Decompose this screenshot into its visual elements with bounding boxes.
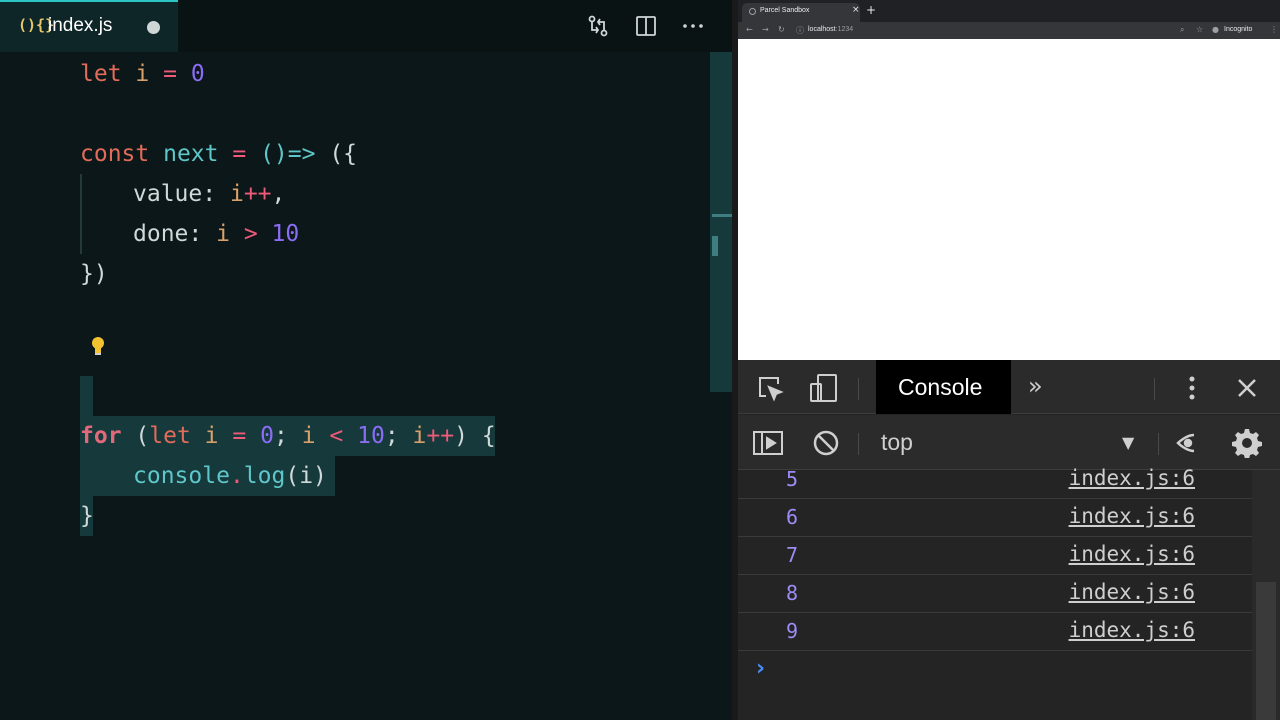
close-tab-icon[interactable]: × — [852, 5, 860, 15]
console-scrollbar-thumb[interactable] — [1256, 582, 1276, 720]
code-line-8: for (let i = 0; i < 10; i++) { — [80, 423, 496, 449]
forward-icon[interactable]: → — [762, 25, 769, 34]
browser-tab-strip: Parcel Sandbox × + — [738, 0, 1280, 22]
clear-console-icon[interactable] — [812, 429, 840, 457]
console-log-row: 7 index.js:6 — [738, 537, 1252, 575]
console-log-row: 6 index.js:6 — [738, 499, 1252, 537]
log-value: 9 — [786, 619, 799, 643]
compare-changes-icon[interactable] — [586, 14, 610, 38]
browser-tab-title: Parcel Sandbox — [760, 7, 810, 14]
tab-console[interactable]: Console — [876, 360, 1011, 414]
browser-window: Parcel Sandbox × + ← → ↻ ⓘ localhost:123… — [738, 0, 1280, 720]
log-source-link[interactable]: index.js:6 — [1069, 466, 1195, 490]
split-editor-icon[interactable] — [634, 14, 658, 38]
favicon-icon — [749, 8, 756, 15]
code-line-3: const next = ()=> ({ — [80, 141, 358, 167]
address-bar[interactable]: ← → ↻ ⓘ localhost:1234 ⌕ ☆ ● Incognito ⋮ — [738, 22, 1280, 39]
settings-gear-icon[interactable] — [1232, 428, 1262, 458]
log-value: 6 — [786, 505, 799, 529]
log-source-link[interactable]: index.js:6 — [1069, 504, 1195, 528]
inspect-element-icon[interactable] — [756, 374, 784, 402]
unsaved-dot-icon[interactable] — [147, 21, 160, 34]
code-line-9: console.log(i) — [133, 463, 327, 489]
more-tabs-icon[interactable]: » — [1028, 372, 1043, 400]
zoom-icon[interactable]: ⌕ — [1180, 25, 1184, 35]
toolbar-separator — [1154, 378, 1155, 400]
incognito-icon: ● — [1212, 25, 1219, 34]
log-value: 8 — [786, 581, 799, 605]
devtools-toolbar: Console » — [738, 360, 1280, 414]
selection-highlight — [80, 376, 93, 416]
code-area[interactable]: let i = 0 const next = ()=> ({ value: i+… — [0, 52, 710, 720]
bookmark-star-icon[interactable]: ☆ — [1196, 25, 1203, 34]
browser-tab[interactable]: Parcel Sandbox × — [742, 3, 860, 22]
toolbar-separator — [858, 378, 859, 400]
new-tab-button[interactable]: + — [866, 3, 876, 17]
scroll-marker — [712, 236, 718, 256]
console-log-row: 8 index.js:6 — [738, 575, 1252, 613]
page-viewport[interactable] — [738, 39, 1280, 360]
indent-guide — [80, 174, 82, 254]
log-value: 5 — [786, 467, 799, 491]
toolbar-separator — [1158, 433, 1159, 455]
log-source-link[interactable]: index.js:6 — [1069, 580, 1195, 604]
console-log-row: 5 index.js:6 — [738, 461, 1252, 499]
code-editor[interactable]: (){} index.js let i = 0 const next = ()=… — [0, 0, 737, 720]
console-log-row: 9 index.js:6 — [738, 613, 1252, 651]
browser-menu-icon[interactable]: ⋮ — [1270, 25, 1278, 34]
code-line-4: value: i++, — [133, 181, 286, 207]
chevron-down-icon[interactable]: ▼ — [1122, 433, 1134, 452]
console-prompt-icon[interactable]: › — [756, 656, 765, 681]
context-selector[interactable]: top — [881, 429, 913, 456]
code-line-5: done: i > 10 — [133, 221, 300, 247]
url-text[interactable]: localhost:1234 — [808, 26, 853, 33]
code-line-1: let i = 0 — [80, 61, 205, 87]
back-icon[interactable]: ← — [746, 25, 753, 34]
tab-filename: index.js — [48, 15, 113, 36]
toolbar-separator — [858, 433, 859, 455]
info-icon[interactable]: ⓘ — [796, 25, 804, 36]
more-actions-icon[interactable] — [681, 14, 705, 38]
live-expression-icon[interactable] — [1174, 431, 1198, 455]
device-toolbar-icon[interactable] — [808, 372, 840, 404]
log-source-link[interactable]: index.js:6 — [1069, 618, 1195, 642]
editor-tab-bar: (){} index.js — [0, 0, 737, 52]
close-devtools-icon[interactable] — [1236, 377, 1258, 399]
code-line-10: } — [80, 503, 94, 529]
code-line-6: }) — [80, 261, 108, 287]
show-sidebar-icon[interactable] — [752, 429, 784, 457]
editor-tab-index-js[interactable]: (){} index.js — [0, 0, 178, 52]
log-value: 7 — [786, 543, 799, 567]
devtools-menu-icon[interactable] — [1182, 374, 1202, 402]
scroll-marker — [712, 214, 732, 217]
lightbulb-icon[interactable] — [90, 336, 106, 356]
log-source-link[interactable]: index.js:6 — [1069, 542, 1195, 566]
reload-icon[interactable]: ↻ — [778, 25, 785, 34]
editor-scrollbar[interactable] — [710, 52, 732, 392]
incognito-label: Incognito — [1224, 26, 1253, 33]
